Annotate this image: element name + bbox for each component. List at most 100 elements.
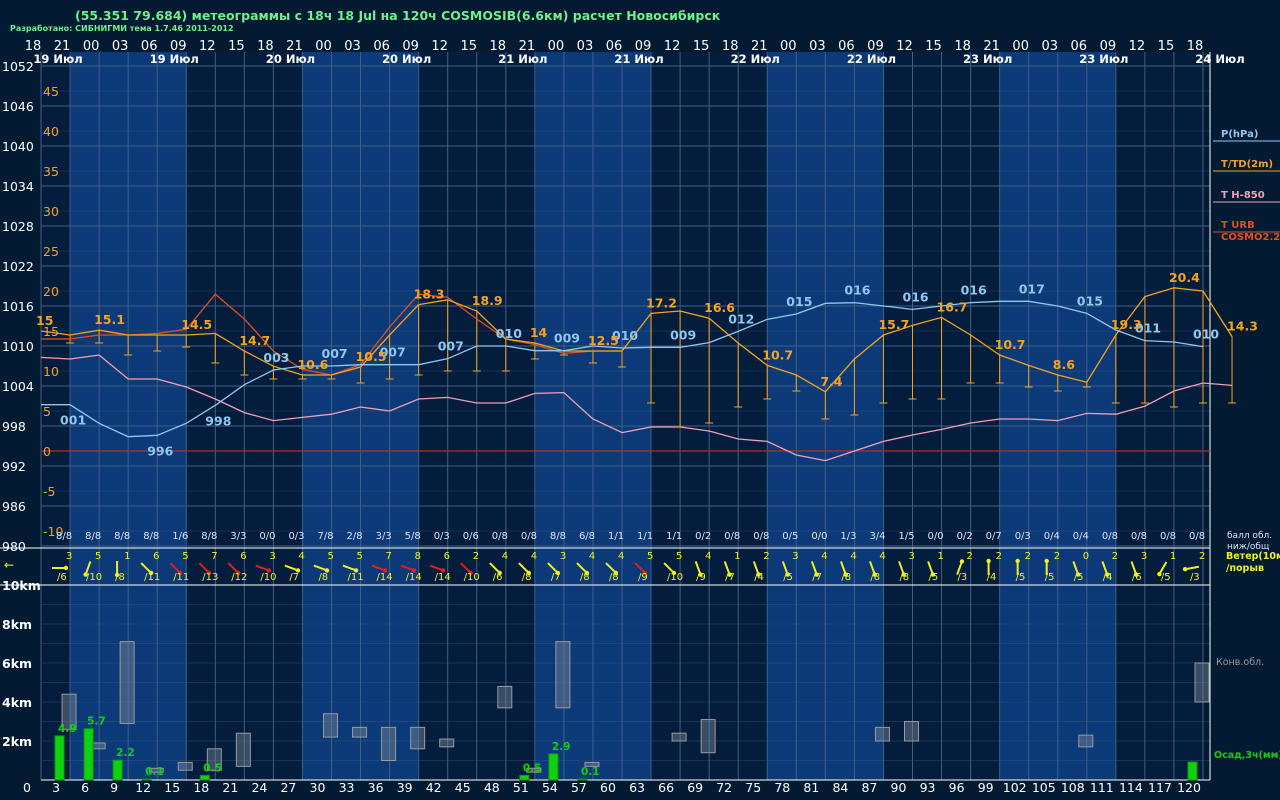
temp-value-label: 15.1 bbox=[94, 312, 125, 327]
hour-tick-label: 12 bbox=[1129, 39, 1146, 54]
hour-axis-label: 57 bbox=[571, 780, 587, 795]
conv-legend: Конв.обл. bbox=[1216, 657, 1264, 668]
temp-value-label: 12.5 bbox=[588, 333, 619, 348]
time-band bbox=[912, 52, 942, 780]
temp-value-label: 7.4 bbox=[820, 374, 842, 389]
hour-axis-label: 42 bbox=[426, 780, 442, 795]
time-band bbox=[389, 52, 419, 780]
cloud-cover-label: 0/8 bbox=[1160, 531, 1176, 542]
hour-axis-label: 108 bbox=[1061, 780, 1085, 795]
temp-value-label: 10.5 bbox=[356, 349, 387, 364]
wind-speed-label: 1 bbox=[124, 551, 130, 562]
cloud-cover-label: 0/2 bbox=[695, 531, 711, 542]
hour-axis-label: 18 bbox=[193, 780, 209, 795]
wind-arrow-head bbox=[1182, 567, 1188, 572]
time-band bbox=[622, 52, 652, 780]
precip-value-label: 0.5 bbox=[203, 763, 222, 775]
cloud-cover-label: 0/4 bbox=[1073, 531, 1089, 542]
hour-axis-label: 66 bbox=[658, 780, 674, 795]
wind-speed-label: 3 bbox=[1141, 551, 1147, 562]
day-label: 20 Июл bbox=[382, 52, 431, 66]
temp-tick-label: -5 bbox=[43, 484, 55, 499]
temp-value-label: 19.3 bbox=[1111, 317, 1142, 332]
wind-arrow-head bbox=[1044, 558, 1049, 564]
pressure-tick-label: 1016 bbox=[2, 299, 34, 314]
pressure-value-label: 996 bbox=[147, 443, 173, 458]
hour-axis-label: 69 bbox=[687, 780, 703, 795]
pressure-value-label: 015 bbox=[1077, 293, 1103, 308]
wind-speed-label: 3 bbox=[560, 551, 566, 562]
time-band bbox=[651, 52, 681, 780]
wind-speed-label: 1 bbox=[1170, 551, 1176, 562]
height-tick-label: 4km bbox=[2, 695, 32, 710]
wind-gust-label: /5 bbox=[1161, 572, 1171, 583]
time-band bbox=[883, 52, 913, 780]
pressure-tick-label: 998 bbox=[2, 419, 26, 434]
hour-tick-label: 12 bbox=[664, 39, 681, 54]
cloud-cover-label: 1/1 bbox=[637, 531, 653, 542]
cloud-cover-label: 0/0 bbox=[811, 531, 827, 542]
cloud-cover-label: 0/3 bbox=[1015, 531, 1031, 542]
cloud-cover-label: 0/2 bbox=[957, 531, 973, 542]
wind-speed-label: 2 bbox=[967, 551, 973, 562]
temp-tick-label: 25 bbox=[43, 244, 59, 259]
hour-axis-label: 6 bbox=[81, 780, 89, 795]
conv-cloud bbox=[439, 738, 455, 748]
pressure-value-label: 007 bbox=[438, 339, 464, 354]
wind-start-arrow: ← bbox=[4, 558, 14, 572]
cloud-cover-label: 3/4 bbox=[869, 531, 885, 542]
wind-gust-label: /5 bbox=[1045, 572, 1055, 583]
temp-value-label: 16.7 bbox=[937, 299, 968, 314]
wind-gust-label: /14 bbox=[435, 572, 451, 583]
height-tick-label: 10km bbox=[2, 578, 41, 593]
hour-tick-label: 15 bbox=[925, 39, 942, 54]
hour-axis-label: 0 bbox=[23, 780, 31, 795]
wind-speed-label: 5 bbox=[647, 551, 653, 562]
hour-axis-label: 84 bbox=[832, 780, 848, 795]
hour-axis-label: 9 bbox=[110, 780, 118, 795]
day-label: 19 Июл bbox=[150, 52, 199, 66]
wind-gust-label: /7 bbox=[725, 572, 735, 583]
pressure-value-label: 001 bbox=[60, 413, 86, 428]
precip-value-label: 0.1 bbox=[581, 766, 600, 778]
day-label: 19 Июл bbox=[33, 52, 82, 66]
cloud-cover-label: 0/0 bbox=[928, 531, 944, 542]
hour-axis-label: 117 bbox=[1148, 780, 1172, 795]
time-band bbox=[1086, 52, 1116, 780]
wind-speed-label: 5 bbox=[327, 551, 333, 562]
hour-axis-label: 33 bbox=[339, 780, 355, 795]
hour-tick-label: 12 bbox=[896, 39, 913, 54]
wind-gust-label: /9 bbox=[638, 572, 648, 583]
wind-speed-label: 4 bbox=[705, 551, 711, 562]
time-band bbox=[273, 52, 303, 780]
height-tick-label: 8km bbox=[2, 617, 32, 632]
cloud-cover-label: 8/8 bbox=[56, 531, 72, 542]
cloud-cover-label: 0/4 bbox=[1044, 531, 1060, 542]
day-label: 22 Июл bbox=[731, 52, 780, 66]
temp-value-label: 15 bbox=[36, 313, 53, 328]
temp-tick-label: 20 bbox=[43, 284, 59, 299]
cloud-cover-label: 7/8 bbox=[318, 531, 334, 542]
cloud-cover-label: 1/1 bbox=[666, 531, 682, 542]
wind-gust-label: /6 bbox=[1132, 572, 1142, 583]
cloud-cover-label: 0/8 bbox=[724, 531, 740, 542]
pressure-value-label: 015 bbox=[786, 294, 812, 309]
wind-gust-label: /7 bbox=[289, 572, 299, 583]
day-label: 20 Июл bbox=[266, 52, 315, 66]
precip-bar bbox=[141, 778, 152, 781]
time-band bbox=[767, 52, 797, 780]
cloud-cover-label: 0/8 bbox=[753, 531, 769, 542]
wind-gust-label: /5 bbox=[783, 572, 793, 583]
pressure-value-label: 016 bbox=[903, 289, 929, 304]
height-tick-label: 6km bbox=[2, 656, 32, 671]
wind-speed-label: 1 bbox=[938, 551, 944, 562]
wind-gust-label: /8 bbox=[522, 572, 532, 583]
hour-axis-label: 105 bbox=[1032, 780, 1056, 795]
hour-tick-label: 00 bbox=[1012, 39, 1029, 54]
hour-tick-label: 03 bbox=[112, 39, 129, 54]
hour-tick-label: 15 bbox=[1158, 39, 1175, 54]
wind-gust-label: /10 bbox=[464, 572, 480, 583]
temp-value-label: 14 bbox=[530, 325, 548, 340]
wind-speed-label: 4 bbox=[821, 551, 827, 562]
pressure-tick-label: 1010 bbox=[2, 339, 34, 354]
